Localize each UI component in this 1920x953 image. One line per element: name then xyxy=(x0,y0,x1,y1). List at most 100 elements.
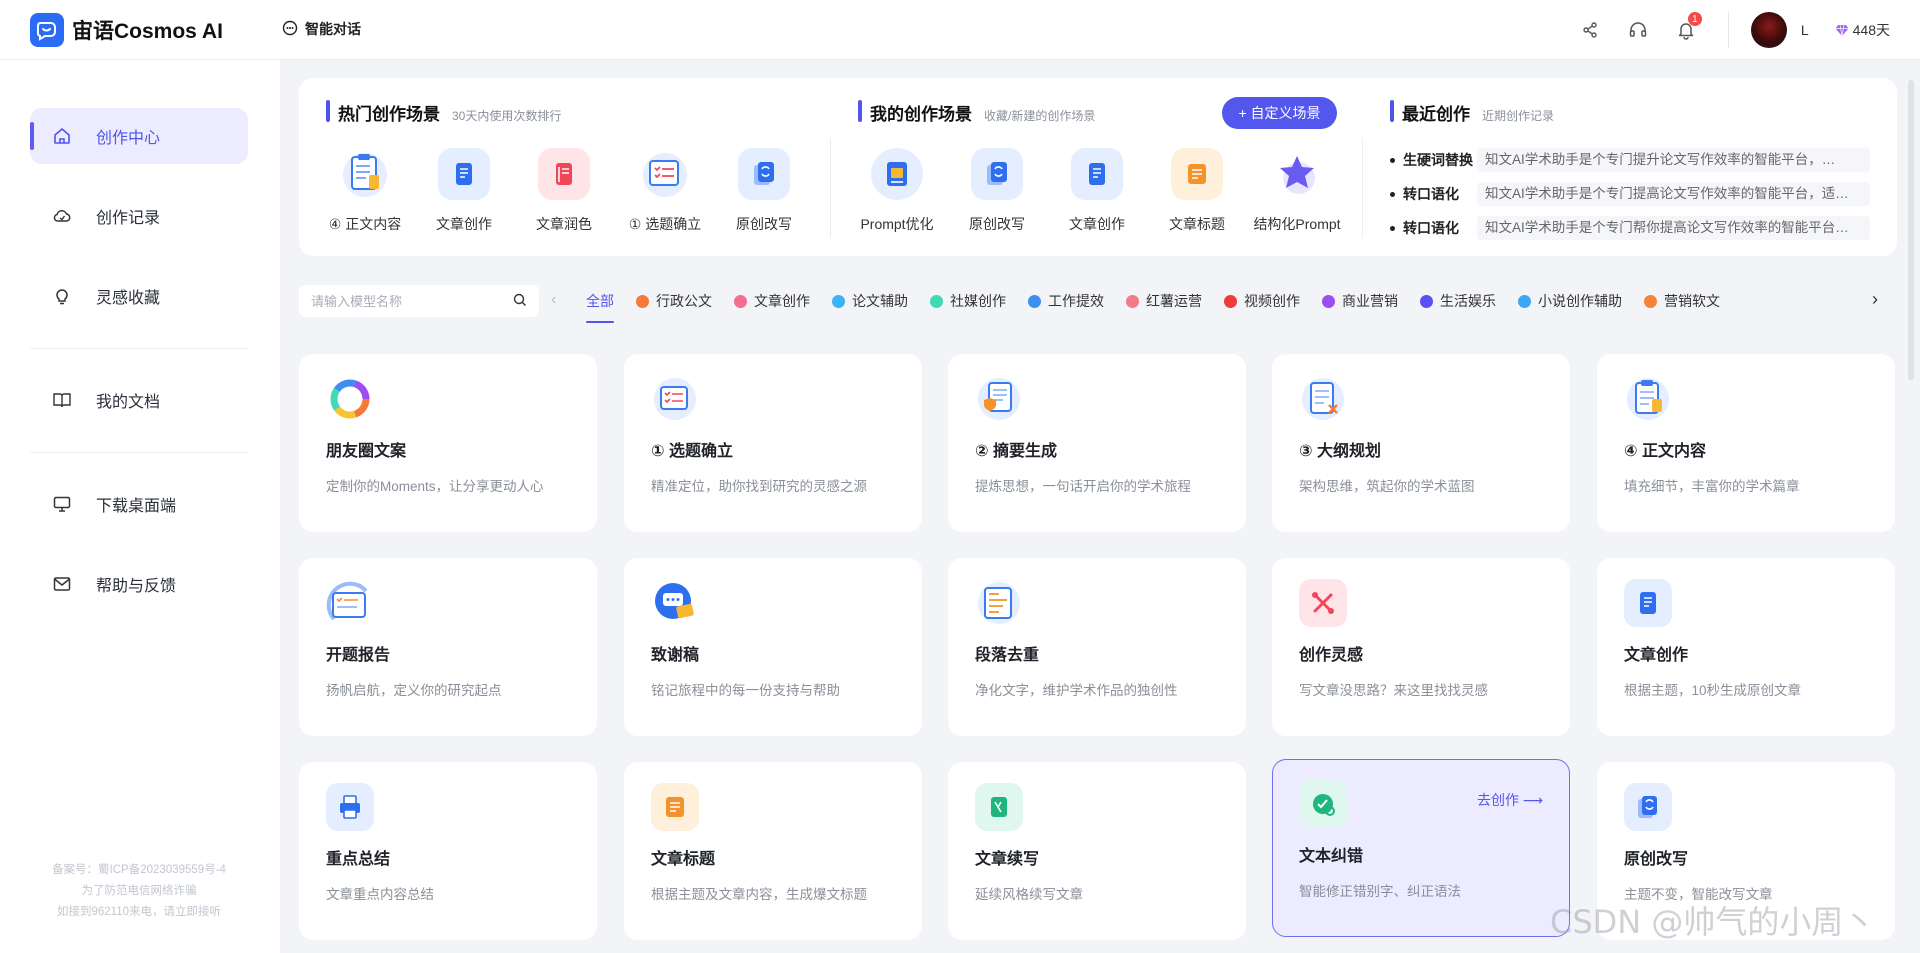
card-title: ② 摘要生成 xyxy=(975,443,1057,460)
card-title: ③ 大纲规划 xyxy=(1299,443,1381,460)
smart-chat-label: 智能对话 xyxy=(305,21,361,37)
model-card[interactable]: 朋友圈文案 定制你的Moments，让分享更动人心 xyxy=(299,354,597,532)
chevron-right-icon[interactable]: › xyxy=(1872,289,1878,310)
printer-icon xyxy=(326,783,374,831)
model-card-hovered[interactable]: 文本纠错 智能修正错别字、纠正语法 去创作 ⟶ xyxy=(1272,759,1570,937)
user-name[interactable]: L xyxy=(1801,22,1809,38)
chevron-left-icon[interactable]: ‹ xyxy=(551,291,556,309)
card-desc: 写文章没思路？来这里找找灵感 xyxy=(1299,683,1488,698)
sidebar-item-my-docs[interactable]: 我的文档 xyxy=(30,372,248,428)
section-title: 最近创作 xyxy=(1402,105,1470,124)
book-icon xyxy=(53,393,71,408)
category-tab[interactable]: 视频创作 xyxy=(1224,289,1300,313)
category-tab[interactable]: 商业营销 xyxy=(1322,289,1398,313)
card-desc: 提炼思想，一句话开启你的学术旅程 xyxy=(975,479,1191,494)
category-tab[interactable]: 行政公文 xyxy=(636,289,712,313)
category-dot-icon xyxy=(832,294,845,308)
model-card[interactable]: ④ 正文内容 填充细节，丰富你的学术篇章 xyxy=(1597,354,1895,532)
model-card[interactable]: 创作灵感 写文章没思路？来这里找找灵感 xyxy=(1272,558,1570,736)
model-card[interactable]: 段落去重 净化文字，维护学术作品的独创性 xyxy=(948,558,1246,736)
model-card[interactable]: 文章创作 根据主题，10秒生成原创文章 xyxy=(1597,558,1895,736)
recent-item[interactable]: 生硬词替换 知文AI学术助手是个专门提升论文写作效率的智能平台，… xyxy=(1390,148,1870,172)
model-card[interactable]: ② 摘要生成 提炼思想，一句话开启你的学术旅程 xyxy=(948,354,1246,532)
model-card[interactable]: ① 选题确立 精准定位，助你找到研究的灵感之源 xyxy=(624,354,922,532)
checklist-icon xyxy=(651,375,699,423)
panel-divider xyxy=(1362,138,1363,238)
smart-chat-tab[interactable]: 智能对话 xyxy=(282,19,361,39)
hot-scene-item[interactable]: ① 选题确立 xyxy=(615,148,715,234)
share-icon[interactable] xyxy=(1572,12,1608,48)
model-card[interactable]: ③ 大纲规划 架构思维，筑起你的学术蓝图 xyxy=(1272,354,1570,532)
card-title: 文章续写 xyxy=(975,851,1040,868)
my-scene-item[interactable]: Prompt优化 xyxy=(847,148,947,234)
model-card[interactable]: 重点总结 文章重点内容总结 xyxy=(299,762,597,940)
book-red-icon xyxy=(538,148,590,200)
category-tab[interactable]: 红薯运营 xyxy=(1126,289,1202,313)
sidebar-item-inspiration[interactable]: 灵感收藏 xyxy=(30,268,248,324)
bullet xyxy=(1390,157,1395,163)
logo-text: 宙语Cosmos AI xyxy=(72,20,223,43)
my-scene-item[interactable]: 结构化Prompt xyxy=(1247,148,1347,234)
model-card[interactable]: 致谢稿 铭记旅程中的每一份支持与帮助 xyxy=(624,558,922,736)
cloud-icon xyxy=(53,210,71,222)
sidebar-item-label: 创作中心 xyxy=(96,130,161,147)
notification-bell[interactable]: 1 xyxy=(1668,12,1704,48)
category-tab[interactable]: 社媒创作 xyxy=(930,289,1006,313)
model-card[interactable]: 文章标题 根据主题及文章内容，生成爆文标题 xyxy=(624,762,922,940)
card-title: 致谢稿 xyxy=(651,647,700,664)
hot-scene-item[interactable]: ④ 正文内容 xyxy=(315,148,415,234)
category-tab[interactable]: 工作提效 xyxy=(1028,289,1104,313)
model-search-box[interactable] xyxy=(299,285,539,317)
sidebar-divider xyxy=(30,452,248,453)
hot-scenes-heading: 热门创作场景 30天内使用次数排行 xyxy=(326,100,561,125)
category-tab[interactable]: 全部 xyxy=(586,289,614,323)
model-search-input[interactable] xyxy=(311,293,513,309)
category-label: 营销软文 xyxy=(1664,293,1720,309)
my-scene-item[interactable]: 原创改写 xyxy=(947,148,1047,234)
go-create-link[interactable]: 去创作 ⟶ xyxy=(1477,790,1543,810)
scrollbar-thumb[interactable] xyxy=(1908,80,1914,380)
my-scene-item[interactable]: 文章创作 xyxy=(1047,148,1147,234)
card-desc: 根据主题及文章内容，生成爆文标题 xyxy=(651,887,867,902)
recent-item[interactable]: 转口语化 知文AI学术助手是个专门帮你提高论文写作效率的智能平台… xyxy=(1390,216,1870,240)
icp-number[interactable]: 备案号：蜀ICP备2023039559号-4 xyxy=(30,860,248,881)
app-logo[interactable]: 宙语Cosmos AI xyxy=(30,13,223,47)
model-card[interactable]: 文章续写 延续风格续写文章 xyxy=(948,762,1246,940)
sidebar-item-label: 我的文档 xyxy=(96,394,161,411)
category-label: 社媒创作 xyxy=(950,293,1006,309)
page-scrollbar[interactable] xyxy=(1906,60,1916,953)
card-desc: 填充细节，丰富你的学术篇章 xyxy=(1624,479,1800,494)
recent-item[interactable]: 转口语化 知文AI学术助手是个专门提高论文写作效率的智能平台，适… xyxy=(1390,182,1870,206)
card-title: ④ 正文内容 xyxy=(1624,443,1706,460)
card-desc: 智能修正错别字、纠正语法 xyxy=(1299,884,1461,899)
card-desc: 根据主题，10秒生成原创文章 xyxy=(1624,683,1802,698)
my-scene-item[interactable]: 文章标题 xyxy=(1147,148,1247,234)
sidebar-item-creation-center[interactable]: 创作中心 xyxy=(30,108,248,164)
chat-bubble-icon xyxy=(282,20,298,39)
category-tab[interactable]: 生活娱乐 xyxy=(1420,289,1496,313)
vip-status[interactable]: 448天 xyxy=(1835,20,1890,40)
anti-fraud-note: 为了防范电信网络诈骗 xyxy=(81,885,197,897)
user-avatar[interactable] xyxy=(1750,12,1787,48)
hot-scene-item[interactable]: 文章创作 xyxy=(414,148,514,234)
monitor-icon xyxy=(53,496,71,512)
sidebar-item-creation-records[interactable]: 创作记录 xyxy=(30,188,248,244)
hot-scene-item[interactable]: 文章润色 xyxy=(514,148,614,234)
add-custom-scene-button[interactable]: + 自定义场景 xyxy=(1222,97,1337,129)
hot-scene-item[interactable]: 原创改写 xyxy=(714,148,814,234)
category-tab[interactable]: 营销软文 xyxy=(1644,289,1720,313)
clipboard-icon xyxy=(339,148,391,200)
category-tab[interactable]: 小说创作辅助 xyxy=(1518,289,1622,313)
category-dot-icon xyxy=(636,294,649,308)
model-card[interactable]: 开题报告 扬帆启航，定义你的研究起点 xyxy=(299,558,597,736)
category-tab[interactable]: 论文辅助 xyxy=(832,289,908,313)
icp-footer: 备案号：蜀ICP备2023039559号-4 为了防范电信网络诈骗 如接到962… xyxy=(30,860,248,923)
doc-icon xyxy=(1624,579,1672,627)
card-desc: 扬帆启航，定义你的研究起点 xyxy=(326,683,502,698)
card-desc: 净化文字，维护学术作品的独创性 xyxy=(975,683,1178,698)
category-tab[interactable]: 文章创作 xyxy=(734,289,810,313)
headset-icon[interactable] xyxy=(1620,12,1656,48)
sidebar-item-download-desktop[interactable]: 下载桌面端 xyxy=(30,476,248,532)
sidebar-item-help-feedback[interactable]: 帮助与反馈 xyxy=(30,556,248,612)
search-icon[interactable] xyxy=(513,293,527,310)
